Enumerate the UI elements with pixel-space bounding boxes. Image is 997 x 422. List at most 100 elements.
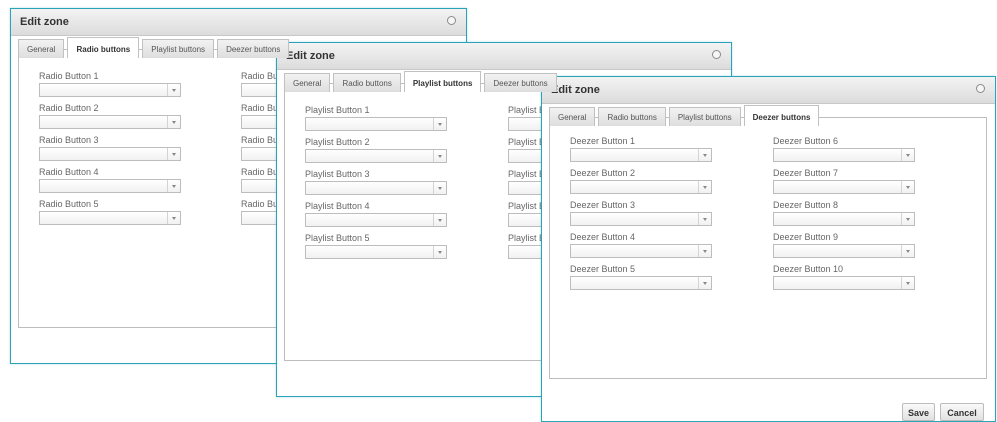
- field-label: Deezer Button 6: [773, 136, 839, 146]
- field-label: Deezer Button 8: [773, 200, 839, 210]
- playlist-button-4-field: Playlist Button 4: [305, 201, 447, 227]
- deezer-button-5-field: Deezer Button 5: [570, 264, 712, 290]
- chevron-down-icon[interactable]: [433, 214, 446, 226]
- chevron-down-icon[interactable]: [698, 213, 711, 225]
- chevron-down-icon[interactable]: [433, 246, 446, 258]
- tab-deezer-buttons[interactable]: Deezer buttons: [484, 73, 557, 92]
- chevron-down-icon[interactable]: [698, 277, 711, 289]
- chevron-down-icon[interactable]: [433, 150, 446, 162]
- radio-button-5-select[interactable]: [39, 211, 181, 225]
- playlist-button-1-select[interactable]: [305, 117, 447, 131]
- radio-button-5-field: Radio Button 5: [39, 199, 181, 225]
- chevron-down-icon[interactable]: [167, 180, 180, 192]
- playlist-button-3-field: Playlist Button 3: [305, 169, 447, 195]
- playlist-button-3-select[interactable]: [305, 181, 447, 195]
- tab-general[interactable]: General: [284, 73, 331, 92]
- dialog-titlebar[interactable]: Edit zone: [542, 77, 995, 104]
- chevron-down-icon[interactable]: [901, 213, 914, 225]
- field-label: Radio Button 1: [39, 71, 99, 81]
- chevron-down-icon[interactable]: [698, 149, 711, 161]
- chevron-down-icon[interactable]: [901, 149, 914, 161]
- tab-bar: General Radio buttons Playlist buttons D…: [549, 105, 822, 127]
- tab-general[interactable]: General: [18, 39, 65, 58]
- deezer-button-5-select[interactable]: [570, 276, 712, 290]
- deezer-button-1-select[interactable]: [570, 148, 712, 162]
- field-label: Playlist Button 1: [305, 105, 370, 115]
- playlist-button-4-select[interactable]: [305, 213, 447, 227]
- playlist-button-5-field: Playlist Button 5: [305, 233, 447, 259]
- cancel-button[interactable]: Cancel: [940, 403, 984, 421]
- chevron-down-icon[interactable]: [901, 277, 914, 289]
- deezer-button-7-select[interactable]: [773, 180, 915, 194]
- playlist-button-5-select[interactable]: [305, 245, 447, 259]
- deezer-button-4-field: Deezer Button 4: [570, 232, 712, 258]
- playlist-button-2-field: Playlist Button 2: [305, 137, 447, 163]
- tab-playlist-buttons[interactable]: Playlist buttons: [668, 107, 741, 126]
- deezer-button-9-select[interactable]: [773, 244, 915, 258]
- chevron-down-icon[interactable]: [167, 148, 180, 160]
- deezer-button-10-select[interactable]: [773, 276, 915, 290]
- close-icon[interactable]: [712, 50, 721, 59]
- radio-button-3-select[interactable]: [39, 147, 181, 161]
- dialog-title: Edit zone: [20, 16, 69, 28]
- deezer-button-6-select[interactable]: [773, 148, 915, 162]
- field-label: Deezer Button 5: [570, 264, 636, 274]
- tab-panel: Deezer Button 1 Deezer Button 2 Deezer B…: [549, 117, 987, 379]
- deezer-button-7-field: Deezer Button 7: [773, 168, 915, 194]
- chevron-down-icon[interactable]: [901, 181, 914, 193]
- edit-zone-dialog-deezer: Edit zone General Radio buttons Playlist…: [541, 76, 996, 422]
- deezer-button-4-select[interactable]: [570, 244, 712, 258]
- tab-deezer-buttons[interactable]: Deezer buttons: [217, 39, 290, 58]
- deezer-button-2-field: Deezer Button 2: [570, 168, 712, 194]
- chevron-down-icon[interactable]: [698, 245, 711, 257]
- field-label: Radio Button 5: [39, 199, 99, 209]
- tab-radio-buttons[interactable]: Radio buttons: [598, 107, 666, 126]
- field-label: Playlist Button 2: [305, 137, 370, 147]
- field-label: Deezer Button 3: [570, 200, 636, 210]
- chevron-down-icon[interactable]: [901, 245, 914, 257]
- field-label: Deezer Button 1: [570, 136, 636, 146]
- deezer-button-3-select[interactable]: [570, 212, 712, 226]
- deezer-button-8-select[interactable]: [773, 212, 915, 226]
- radio-button-4-select[interactable]: [39, 179, 181, 193]
- deezer-button-9-field: Deezer Button 9: [773, 232, 915, 258]
- field-label: Radio Button 2: [39, 103, 99, 113]
- deezer-button-3-field: Deezer Button 3: [570, 200, 712, 226]
- chevron-down-icon[interactable]: [167, 84, 180, 96]
- playlist-button-2-select[interactable]: [305, 149, 447, 163]
- deezer-button-10-field: Deezer Button 10: [773, 264, 915, 290]
- deezer-button-1-field: Deezer Button 1: [570, 136, 712, 162]
- tab-radio-buttons[interactable]: Radio buttons: [333, 73, 401, 92]
- close-icon[interactable]: [976, 84, 985, 93]
- deezer-button-8-field: Deezer Button 8: [773, 200, 915, 226]
- dialog-titlebar[interactable]: Edit zone: [277, 43, 731, 70]
- tab-playlist-buttons[interactable]: Playlist buttons: [142, 39, 215, 58]
- tab-general[interactable]: General: [549, 107, 596, 126]
- playlist-button-1-field: Playlist Button 1: [305, 105, 447, 131]
- radio-button-4-field: Radio Button 4: [39, 167, 181, 193]
- deezer-button-6-field: Deezer Button 6: [773, 136, 915, 162]
- chevron-down-icon[interactable]: [167, 212, 180, 224]
- save-button[interactable]: Save: [902, 403, 935, 421]
- radio-button-3-field: Radio Button 3: [39, 135, 181, 161]
- chevron-down-icon[interactable]: [167, 116, 180, 128]
- field-label: Deezer Button 4: [570, 232, 636, 242]
- tab-radio-buttons[interactable]: Radio buttons: [67, 37, 140, 58]
- field-label: Deezer Button 7: [773, 168, 839, 178]
- tab-bar: General Radio buttons Playlist buttons D…: [18, 37, 292, 59]
- tab-deezer-buttons[interactable]: Deezer buttons: [743, 105, 820, 126]
- close-icon[interactable]: [447, 16, 456, 25]
- radio-button-1-select[interactable]: [39, 83, 181, 97]
- chevron-down-icon[interactable]: [698, 181, 711, 193]
- field-label: Radio Button 3: [39, 135, 99, 145]
- dialog-titlebar[interactable]: Edit zone: [11, 9, 466, 36]
- deezer-button-2-select[interactable]: [570, 180, 712, 194]
- chevron-down-icon[interactable]: [433, 118, 446, 130]
- tab-bar: General Radio buttons Playlist buttons D…: [284, 71, 560, 93]
- radio-button-2-select[interactable]: [39, 115, 181, 129]
- field-label: Playlist Button 3: [305, 169, 370, 179]
- chevron-down-icon[interactable]: [433, 182, 446, 194]
- field-label: Deezer Button 9: [773, 232, 839, 242]
- tab-playlist-buttons[interactable]: Playlist buttons: [403, 71, 482, 92]
- radio-button-2-field: Radio Button 2: [39, 103, 181, 129]
